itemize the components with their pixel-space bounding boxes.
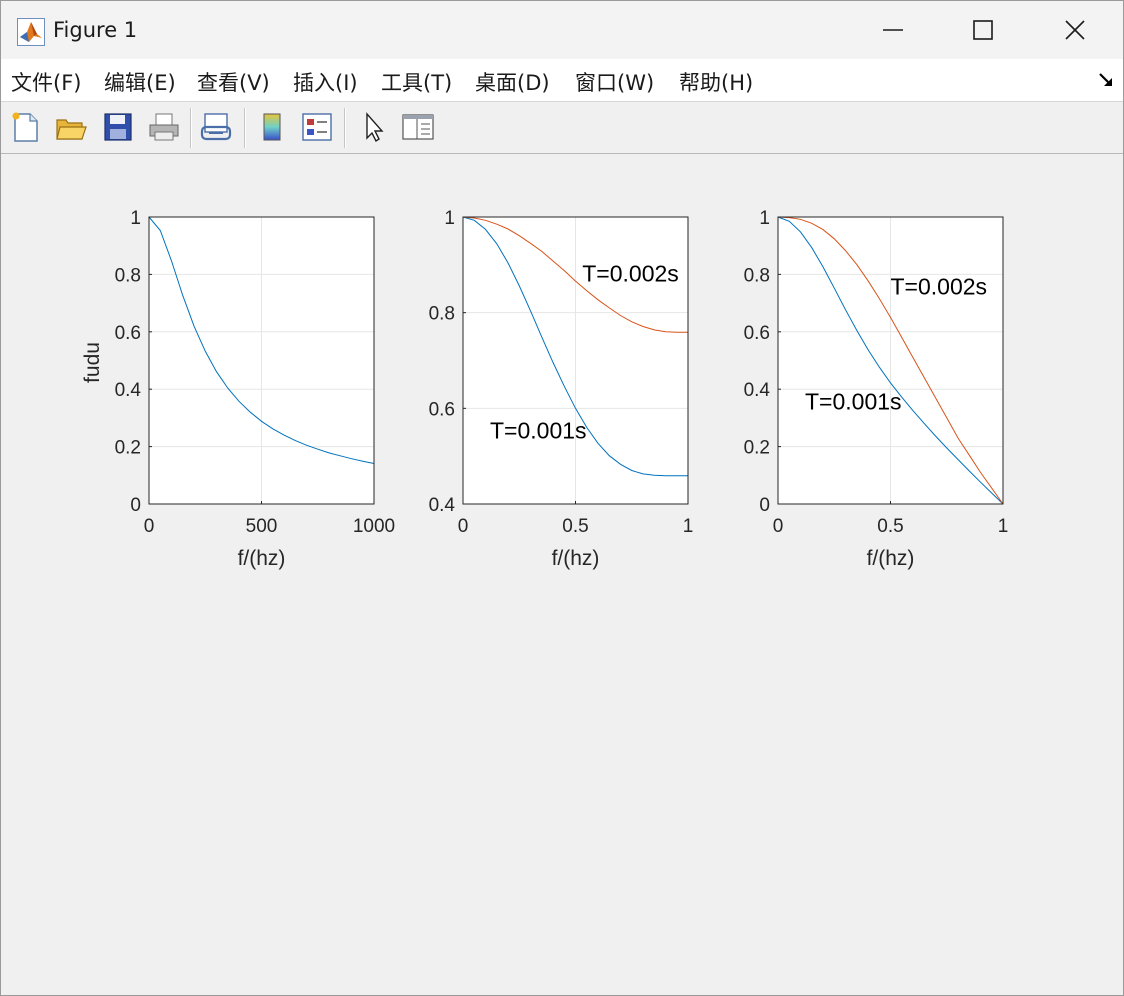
y-tick-label: 0 [759,495,770,516]
y-tick-label: 0.6 [744,323,770,344]
dock-arrow-icon[interactable] [1097,71,1115,89]
legend-icon[interactable] [300,110,334,144]
y-tick-label: 0.4 [115,380,142,401]
menu-desktop[interactable]: 桌面(D) [475,67,550,97]
figure-canvas: 0 500 1000 0 0.2 0.4 0.6 0.8 1 f/(hz) fudu 0 0.5 1 0.4… [1,154,1123,995]
x-tick-label: 0.5 [877,516,903,537]
save-icon[interactable] [101,110,135,144]
y-tick-label: 0.2 [115,438,141,459]
x-tick-label: 0.5 [562,516,588,537]
axes-3[interactable]: 0 0.5 1 0 0.2 0.4 0.6 0.8 1 f/(hz) T=0.002s T=0.001… [744,208,1009,570]
annotation-label: T=0.002s [891,273,988,299]
y-axis-label: fudu [81,342,104,383]
menu-bar: 文件(F) 编辑(E) 查看(V) 插入(I) 工具(T) 桌面(D) 窗口(W… [1,59,1123,102]
x-tick-label: 500 [246,516,278,537]
menu-tools[interactable]: 工具(T) [381,67,452,97]
pointer-icon[interactable] [358,110,392,144]
menu-help[interactable]: 帮助(H) [679,67,753,97]
menu-edit[interactable]: 编辑(E) [104,67,176,97]
y-tick-label: 0.4 [744,380,771,401]
x-tick-label: 1 [998,516,1009,537]
axes-1[interactable]: 0 500 1000 0 0.2 0.4 0.6 0.8 1 f/(hz) fudu [81,208,395,570]
new-figure-icon[interactable] [9,110,43,144]
figure-window: Figure 1 文件(F) 编辑(E) 查看(V) 插入(I) 工具(T) 桌… [0,0,1124,996]
y-tick-label: 0.4 [429,495,456,516]
x-axis-label: f/(hz) [238,547,286,570]
x-axis-label: f/(hz) [552,547,600,570]
y-tick-label: 0.2 [744,438,770,459]
x-tick-label: 1000 [353,516,395,537]
x-tick-label: 0 [773,516,784,537]
window-title: Figure 1 [53,18,138,42]
toolbar [1,102,1123,154]
print-icon[interactable] [147,110,181,144]
matlab-logo-icon [17,18,45,46]
colorbar-icon[interactable] [255,110,289,144]
menu-file[interactable]: 文件(F) [11,67,81,97]
maximize-icon [973,20,993,40]
menu-window[interactable]: 窗口(W) [575,67,654,97]
property-editor-icon[interactable] [401,110,435,144]
minimize-button[interactable] [847,1,939,59]
y-tick-label: 1 [444,208,455,229]
plots-canvas: 0 500 1000 0 0.2 0.4 0.6 0.8 1 f/(hz) fudu 0 0.5 1 0.4… [81,208,1009,570]
annotation-label: T=0.001s [805,388,902,414]
y-tick-label: 0.6 [429,399,455,420]
minimize-icon [883,29,903,31]
axes-2[interactable]: 0 0.5 1 0.4 0.6 0.8 1 f/(hz) T=0.002s T=0.001s [429,208,694,570]
x-tick-label: 1 [683,516,694,537]
x-tick-label: 0 [144,516,155,537]
y-tick-label: 0.6 [115,323,141,344]
y-tick-label: 1 [759,208,770,229]
menu-view[interactable]: 查看(V) [197,67,270,97]
maximize-button[interactable] [937,1,1029,59]
x-axis-label: f/(hz) [867,547,915,570]
y-tick-label: 0.8 [115,265,141,286]
x-tick-label: 0 [458,516,469,537]
y-tick-label: 0 [130,495,141,516]
annotation-label: T=0.001s [490,417,587,443]
y-tick-label: 0.8 [744,265,770,286]
title-bar[interactable]: Figure 1 [1,1,1123,59]
annotation-label: T=0.002s [582,261,679,287]
open-file-icon[interactable] [54,110,88,144]
menu-insert[interactable]: 插入(I) [293,67,358,97]
link-plot-icon[interactable] [199,110,233,144]
close-icon [1065,20,1085,40]
y-tick-label: 1 [130,208,141,229]
y-tick-label: 0.8 [429,304,455,325]
close-button[interactable] [1029,1,1121,59]
